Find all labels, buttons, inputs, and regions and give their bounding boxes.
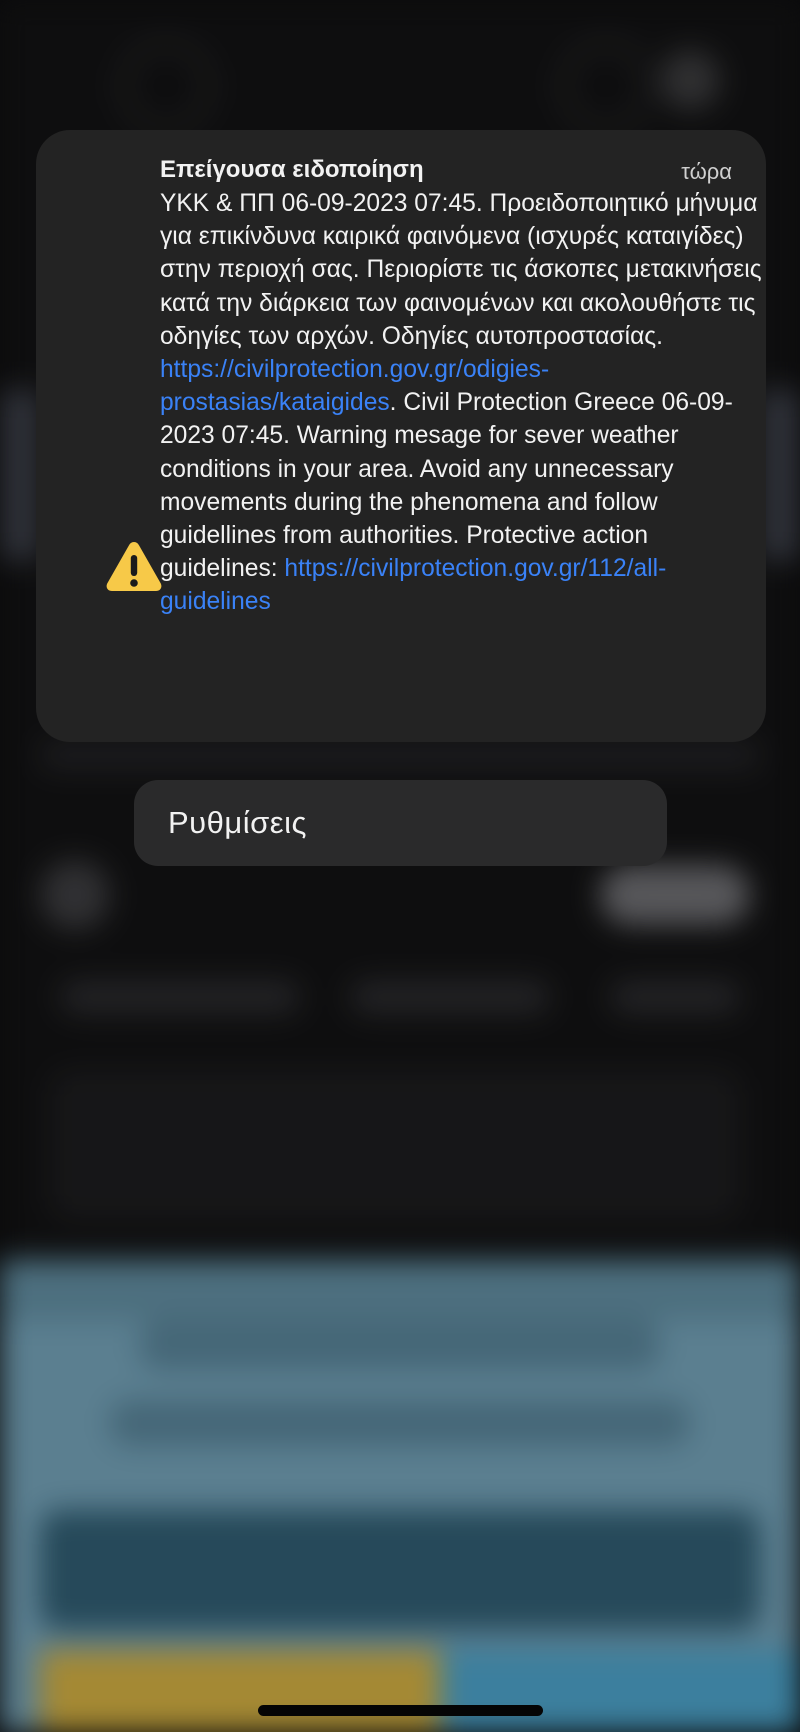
alert-text-greek: ΥΚΚ & ΠΠ 06-09-2023 07:45. Προειδοποιητι… [160, 190, 762, 350]
settings-button[interactable]: Ρυθμίσεις [134, 780, 667, 866]
home-indicator[interactable] [258, 1705, 543, 1716]
settings-button-label: Ρυθμίσεις [168, 805, 307, 840]
emergency-alert-notification[interactable]: Επείγουσα ειδοποίηση τώρα ΥΚΚ & ΠΠ 06-09… [36, 130, 766, 742]
notification-title: Επείγουσα ειδοποίηση [160, 156, 424, 183]
warning-triangle-icon [104, 538, 164, 594]
notification-body: ΥΚΚ & ΠΠ 06-09-2023 07:45. Προειδοποιητι… [160, 187, 770, 619]
notification-timestamp: τώρα [681, 159, 732, 184]
alert-text-english: . Civil Protection Greece 06-09-2023 07:… [160, 389, 733, 583]
